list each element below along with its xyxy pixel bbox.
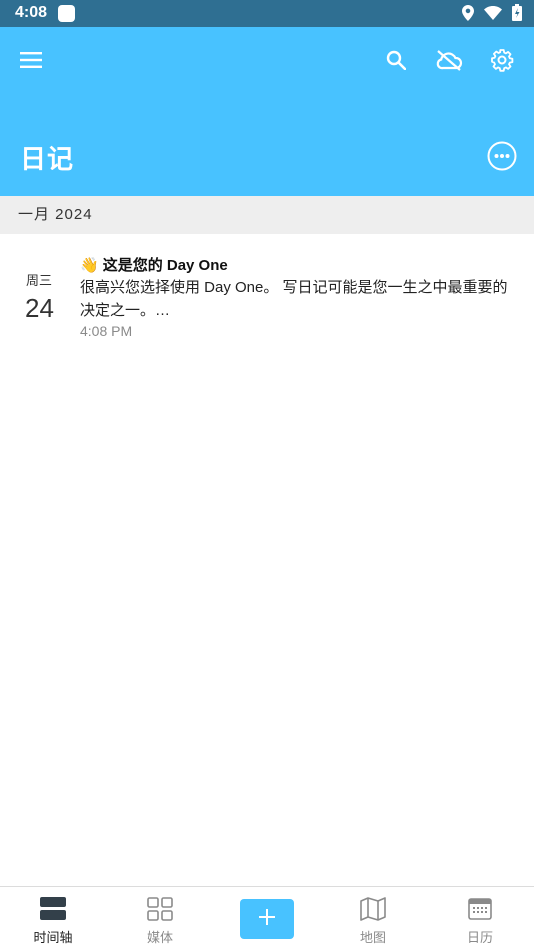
entry-body: 很高兴您选择使用 Day One。 写日记可能是您一生之中最重要的决定之一。… [80,279,508,319]
entry-time: 4:08 PM [80,323,133,339]
nav-timeline-label: 时间轴 [33,930,73,945]
page-title: 日记 [20,144,75,174]
nav-calendar[interactable]: 日历 [427,887,533,951]
search-button[interactable] [376,42,416,82]
battery-icon [512,4,522,26]
settings-button[interactable] [482,42,522,82]
calendar-icon [468,897,492,923]
entry-title-row: 👋 这是您的 Day One [80,254,228,275]
map-icon [360,897,386,923]
nav-map[interactable]: 地图 [320,887,426,951]
month-header-label: 一月 2024 [18,206,93,223]
menu-icon [20,51,42,73]
gear-icon [490,48,514,77]
entry-title: 这是您的 Day One [102,257,228,274]
nav-media-label: 媒体 [146,930,173,945]
status-icons [462,4,522,26]
media-grid-icon [147,897,173,923]
nav-media[interactable]: 媒体 [107,887,213,951]
wifi-icon [484,5,502,25]
notification-icon [58,5,75,22]
cloud-off-icon [435,49,463,76]
sync-button[interactable] [429,42,469,82]
nav-map-label: 地图 [359,930,386,945]
more-button[interactable] [482,138,522,178]
entry-day: 24 [25,293,54,323]
nav-timeline[interactable]: 时间轴 [0,887,106,951]
bottom-nav: 时间轴 媒体 地图 日历 [0,886,534,951]
timeline-icon [40,897,66,923]
more-horizontal-icon [487,141,517,176]
entry-weekday: 周三 [26,273,53,288]
status-bar: 4:08 [0,0,534,27]
add-entry-button[interactable] [240,899,294,939]
app-bar: 日记 [0,27,534,196]
location-icon [462,4,474,26]
journal-entry[interactable]: 周三 24 👋 这是您的 Day One 很高兴您选择使用 Day One。 写日… [0,244,534,354]
status-time: 4:08 [15,4,48,21]
month-header: 一月 2024 [0,196,534,234]
menu-button[interactable] [11,42,51,82]
search-icon [386,50,407,75]
waving-hand-emoji: 👋 [80,257,99,274]
nav-calendar-label: 日历 [466,930,493,945]
plus-icon [258,908,276,931]
